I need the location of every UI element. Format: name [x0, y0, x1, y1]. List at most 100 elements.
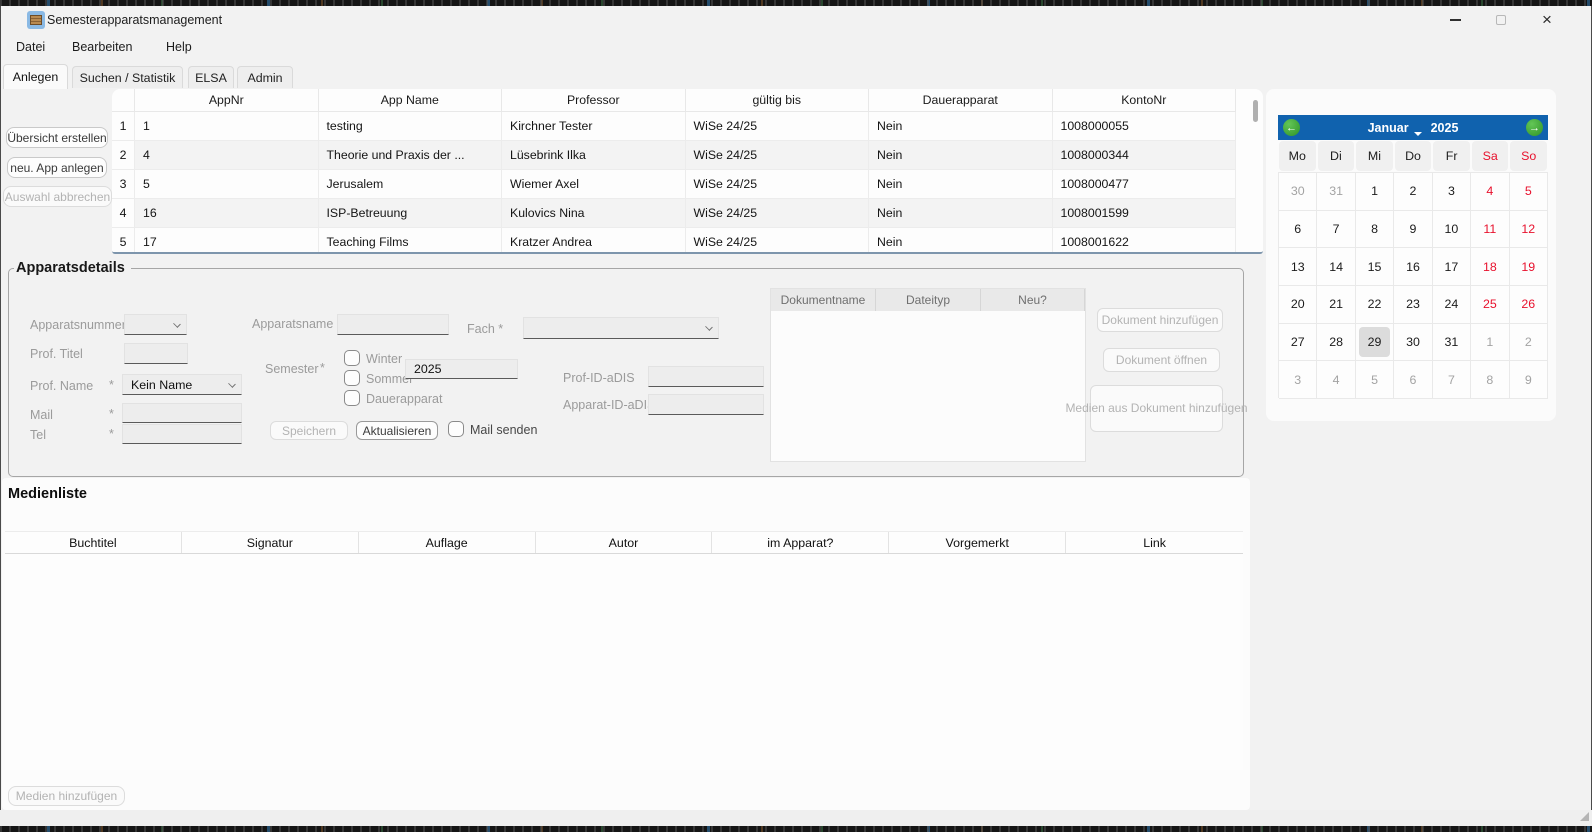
calendar-day[interactable]: 5 — [1356, 361, 1394, 399]
medien-hinzufuegen-button[interactable]: Medien hinzufügen — [8, 786, 125, 806]
tab-suchen-statistik[interactable]: Suchen / Statistik — [72, 66, 183, 88]
prof-titel-field[interactable] — [124, 343, 188, 364]
maximize-button[interactable] — [1478, 6, 1524, 34]
prev-month-button[interactable]: ← — [1283, 119, 1300, 136]
calendar-day[interactable]: 18 — [1471, 248, 1509, 286]
tel-field[interactable] — [122, 424, 242, 444]
jahr-field[interactable]: 2025 — [405, 359, 518, 379]
medialist-column-header-0[interactable]: Buchtitel — [5, 532, 182, 553]
calendar-month-label[interactable]: Januar — [1368, 121, 1409, 135]
calendar-day[interactable]: 11 — [1471, 211, 1509, 249]
calendar-day[interactable]: 1 — [1356, 173, 1394, 211]
table-row[interactable]: 11testingKirchner TesterWiSe 24/25Nein10… — [112, 112, 1263, 141]
mail-field[interactable] — [122, 403, 242, 423]
medialist-column-header-2[interactable]: Auflage — [359, 532, 536, 553]
calendar-day[interactable]: 24 — [1433, 286, 1471, 324]
medialist-column-header-4[interactable]: im Apparat? — [712, 532, 889, 553]
calendar-day[interactable]: 30 — [1279, 173, 1317, 211]
dokument-hinzufuegen-button[interactable]: Dokument hinzufügen — [1097, 308, 1223, 332]
close-button[interactable]: × — [1524, 6, 1570, 34]
apps-table-scrollbar[interactable] — [1253, 100, 1258, 122]
calendar-day[interactable]: 4 — [1471, 173, 1509, 211]
calendar-day[interactable]: 4 — [1317, 361, 1355, 399]
apps-column-header-3[interactable]: gültig bis — [686, 89, 870, 112]
menu-help[interactable]: Help — [166, 40, 192, 54]
menu-bearbeiten[interactable]: Bearbeiten — [72, 40, 132, 54]
speichern-button[interactable]: Speichern — [270, 421, 348, 440]
aktualisieren-button[interactable]: Aktualisieren — [356, 421, 438, 440]
calendar-day[interactable]: 10 — [1433, 211, 1471, 249]
tab-admin[interactable]: Admin — [237, 66, 293, 88]
next-month-button[interactable]: → — [1526, 119, 1543, 136]
apparatsname-field[interactable] — [337, 314, 449, 335]
calendar-day[interactable]: 7 — [1433, 361, 1471, 399]
calendar-day[interactable]: 1 — [1471, 324, 1509, 362]
dauerapparat-radio[interactable] — [344, 390, 360, 406]
table-row[interactable]: 416ISP-BetreuungKulovics NinaWiSe 24/25N… — [112, 199, 1263, 228]
resize-grip-icon[interactable] — [1580, 812, 1589, 821]
mail-senden-checkbox[interactable] — [448, 421, 464, 437]
winter-radio[interactable] — [344, 350, 360, 366]
calendar-day[interactable]: 23 — [1394, 286, 1432, 324]
calendar-day[interactable]: 3 — [1279, 361, 1317, 399]
prof-name-select[interactable]: Kein Name — [122, 374, 242, 395]
apps-column-header-0[interactable]: AppNr — [135, 89, 319, 112]
medialist-column-header-5[interactable]: Vorgemerkt — [889, 532, 1066, 553]
menu-datei[interactable]: Datei — [16, 40, 45, 54]
calendar-day[interactable]: 6 — [1279, 211, 1317, 249]
calendar-day[interactable]: 12 — [1510, 211, 1548, 249]
calendar-day[interactable]: 31 — [1433, 324, 1471, 362]
calendar-day[interactable]: 27 — [1279, 324, 1317, 362]
uebersicht-erstellen-button[interactable]: Übersicht erstellen — [6, 127, 108, 148]
apps-column-header-5[interactable]: KontoNr — [1053, 89, 1237, 112]
medien-aus-dokument-button[interactable]: Medien aus Dokument hinzufügen — [1090, 385, 1223, 432]
neu-app-anlegen-button[interactable]: neu. App anlegen — [7, 157, 107, 178]
calendar-day[interactable]: 8 — [1356, 211, 1394, 249]
calendar-day[interactable]: 14 — [1317, 248, 1355, 286]
table-row[interactable]: 517Teaching FilmsKratzer AndreaWiSe 24/2… — [112, 228, 1263, 254]
calendar-year-label[interactable]: 2025 — [1431, 121, 1459, 135]
calendar-day[interactable]: 22 — [1356, 286, 1394, 324]
auswahl-abbrechen-button[interactable]: Auswahl abbrechen — [3, 186, 112, 207]
tab-elsa[interactable]: ELSA — [188, 66, 234, 88]
calendar-day[interactable]: 25 — [1471, 286, 1509, 324]
calendar-day[interactable]: 17 — [1433, 248, 1471, 286]
calendar-day[interactable]: 30 — [1394, 324, 1432, 362]
calendar-day[interactable]: 13 — [1279, 248, 1317, 286]
fach-select[interactable] — [523, 317, 719, 339]
calendar-day[interactable]: 9 — [1510, 361, 1548, 399]
table-row[interactable]: 24Theorie und Praxis der ...Lüsebrink Il… — [112, 141, 1263, 170]
calendar-day[interactable]: 6 — [1394, 361, 1432, 399]
documents-table-header: DokumentnameDateitypNeu? — [771, 289, 1085, 311]
calendar-day[interactable]: 19 — [1510, 248, 1548, 286]
apps-column-header-2[interactable]: Professor — [502, 89, 686, 112]
apps-column-header-4[interactable]: Dauerapparat — [869, 89, 1053, 112]
calendar-day[interactable]: 5 — [1510, 173, 1548, 211]
calendar-day[interactable]: 15 — [1356, 248, 1394, 286]
calendar-day[interactable]: 31 — [1317, 173, 1355, 211]
dokument-oeffnen-button[interactable]: Dokument öffnen — [1103, 348, 1220, 372]
medialist-column-header-6[interactable]: Link — [1066, 532, 1243, 553]
calendar-day[interactable]: 29 — [1356, 324, 1394, 362]
table-row[interactable]: 35JerusalemWiemer AxelWiSe 24/25Nein1008… — [112, 170, 1263, 199]
tab-anlegen[interactable]: Anlegen — [3, 64, 68, 89]
sommer-radio[interactable] — [344, 370, 360, 386]
calendar-day[interactable]: 21 — [1317, 286, 1355, 324]
calendar-day[interactable]: 16 — [1394, 248, 1432, 286]
calendar-day[interactable]: 9 — [1394, 211, 1432, 249]
apparatsnummer-select[interactable] — [124, 314, 187, 335]
minimize-button[interactable] — [1432, 6, 1478, 34]
medialist-column-header-3[interactable]: Autor — [536, 532, 713, 553]
calendar-day[interactable]: 8 — [1471, 361, 1509, 399]
calendar-day[interactable]: 7 — [1317, 211, 1355, 249]
apparat-id-adis-field[interactable] — [648, 394, 764, 415]
prof-id-adis-field[interactable] — [648, 366, 764, 387]
calendar-day[interactable]: 20 — [1279, 286, 1317, 324]
calendar-day[interactable]: 3 — [1433, 173, 1471, 211]
calendar-day[interactable]: 28 — [1317, 324, 1355, 362]
calendar-day[interactable]: 2 — [1510, 324, 1548, 362]
apps-column-header-1[interactable]: App Name — [319, 89, 503, 112]
calendar-day[interactable]: 26 — [1510, 286, 1548, 324]
calendar-day[interactable]: 2 — [1394, 173, 1432, 211]
medialist-column-header-1[interactable]: Signatur — [182, 532, 359, 553]
